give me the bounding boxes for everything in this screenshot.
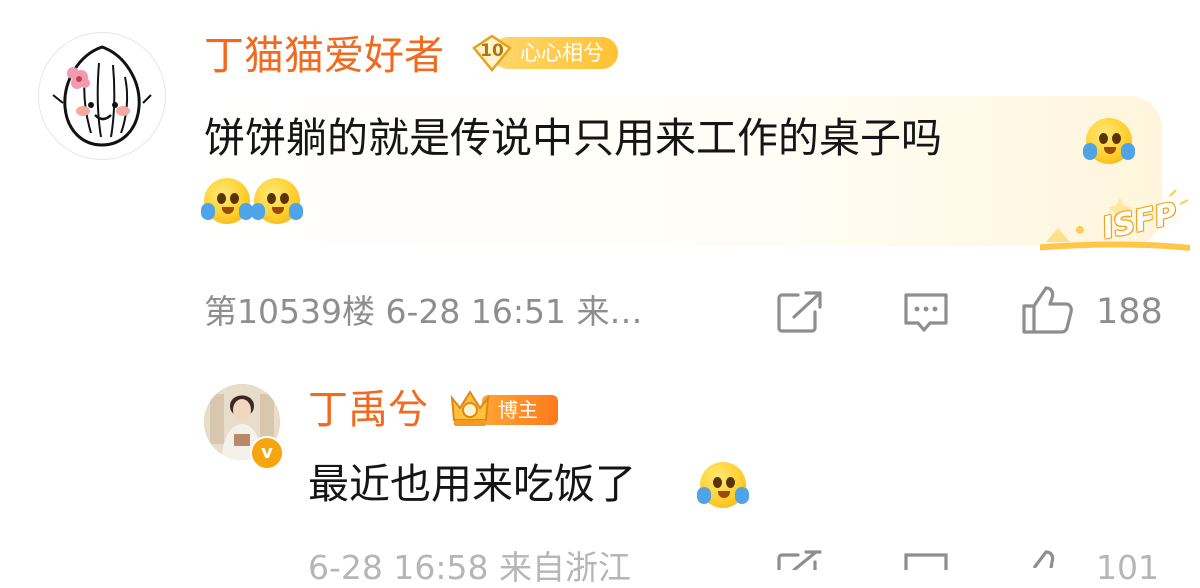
cry-emoji: [1083, 118, 1135, 164]
comment-username[interactable]: 丁猫猫爱好者: [204, 32, 444, 80]
personality-tag-decoration: ISFP: [1009, 189, 1191, 256]
blogger-badge: 博主: [446, 388, 558, 428]
reply-text: 最近也用来吃饭了: [308, 460, 636, 508]
like-button[interactable]: 188: [1020, 284, 1170, 336]
comment-meta: 第10539楼 6-28 16:51 来…: [204, 292, 643, 331]
like-icon[interactable]: [1020, 548, 1076, 568]
blogger-badge-label: 博主: [498, 398, 538, 422]
comment-text: 饼饼躺的就是传说中只用来工作的桌子吗: [204, 114, 942, 162]
cry-emoji: [251, 178, 303, 224]
reply-meta-partial: 6-28 16:58 来自浙江: [308, 548, 631, 587]
cry-emoji: [201, 178, 253, 224]
cry-emoji: [697, 462, 749, 508]
almond-avatar-icon: [52, 45, 152, 147]
comment-icon[interactable]: [902, 290, 950, 334]
like-icon: [1022, 286, 1073, 334]
crown-badge-icon: [450, 390, 490, 426]
fan-badge-level: 10: [480, 41, 504, 61]
reply-username[interactable]: 丁禹兮: [308, 386, 428, 434]
share-icon[interactable]: [776, 290, 824, 334]
comment-icon[interactable]: [902, 550, 950, 570]
fan-level-badge[interactable]: 10 心心相兮: [470, 34, 620, 72]
verified-badge: v: [250, 436, 284, 470]
like-count: 188: [1096, 292, 1163, 332]
fan-badge-label: 心心相兮: [520, 41, 604, 65]
share-icon[interactable]: [776, 550, 824, 570]
user-avatar[interactable]: [38, 32, 166, 160]
reply-like-count-partial: 101: [1096, 548, 1159, 587]
